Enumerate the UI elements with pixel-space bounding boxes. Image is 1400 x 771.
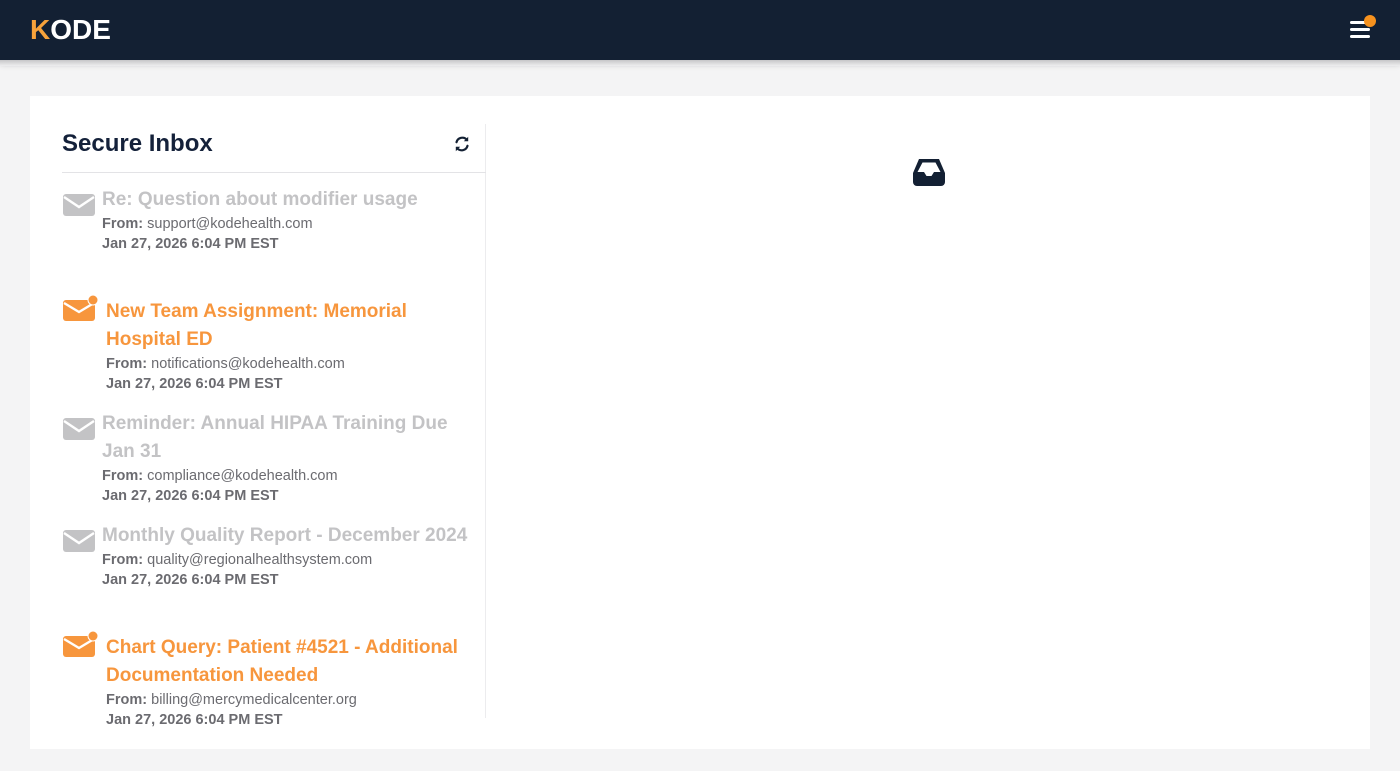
hamburger-menu-icon-bar bbox=[1350, 35, 1370, 38]
from-label: From: bbox=[102, 216, 144, 232]
hamburger-menu-icon-bar bbox=[1350, 28, 1370, 31]
message-subject: Re: Question about modifier usage bbox=[102, 189, 418, 210]
message-date: Jan 27, 2026 6:04 PM EST bbox=[106, 712, 283, 728]
refresh-button[interactable] bbox=[452, 134, 472, 154]
message-list: Re: Question about modifier usage From: … bbox=[62, 186, 486, 746]
inbox-tray-icon bbox=[913, 159, 945, 186]
envelope-icon bbox=[63, 418, 95, 440]
message-text: Chart Query: Patient #4521 - Additional … bbox=[106, 634, 484, 730]
envelope-icon bbox=[63, 194, 95, 216]
message-sender: From: billing@mercymedicalcenter.org bbox=[106, 690, 484, 710]
message-date: Jan 27, 2026 6:04 PM EST bbox=[102, 488, 279, 504]
message-sender: From: quality@regionalhealthsystem.com bbox=[102, 550, 484, 570]
message-subject: Chart Query: Patient #4521 - Additional … bbox=[106, 637, 458, 686]
envelope-unread-icon bbox=[63, 630, 99, 657]
message-item[interactable]: Monthly Quality Report - December 2024 F… bbox=[62, 522, 486, 634]
sender-email: quality@regionalhealthsystem.com bbox=[147, 552, 373, 568]
sender-email: billing@mercymedicalcenter.org bbox=[151, 692, 357, 708]
sender-email: notifications@kodehealth.com bbox=[151, 356, 345, 372]
inbox-pane: Secure Inbox Re: Question about modifier… bbox=[62, 124, 486, 728]
message-subject: New Team Assignment: Memorial Hospital E… bbox=[106, 301, 407, 350]
from-label: From: bbox=[106, 692, 148, 708]
sender-email: support@kodehealth.com bbox=[147, 216, 313, 232]
message-date: Jan 27, 2026 6:04 PM EST bbox=[102, 572, 279, 588]
menu-button[interactable] bbox=[1346, 14, 1378, 44]
message-text: Re: Question about modifier usage From: … bbox=[102, 186, 484, 254]
message-subject: Monthly Quality Report - December 2024 bbox=[102, 525, 468, 546]
from-label: From: bbox=[106, 356, 148, 372]
message-item[interactable]: Re: Question about modifier usage From: … bbox=[62, 186, 486, 298]
message-item[interactable]: Reminder: Annual HIPAA Training Due Jan … bbox=[62, 410, 486, 522]
notification-dot bbox=[1364, 15, 1376, 27]
inbox-header: Secure Inbox bbox=[62, 124, 486, 173]
message-date: Jan 27, 2026 6:04 PM EST bbox=[102, 236, 279, 252]
refresh-icon bbox=[455, 136, 469, 152]
kode-logo[interactable]: KODE bbox=[30, 16, 111, 44]
message-sender: From: support@kodehealth.com bbox=[102, 214, 484, 234]
from-label: From: bbox=[102, 468, 144, 484]
page-title: Secure Inbox bbox=[62, 130, 213, 157]
message-text: New Team Assignment: Memorial Hospital E… bbox=[106, 298, 484, 394]
message-subject: Reminder: Annual HIPAA Training Due Jan … bbox=[102, 413, 448, 462]
sender-email: compliance@kodehealth.com bbox=[147, 468, 338, 484]
from-label: From: bbox=[102, 552, 144, 568]
envelope-icon bbox=[63, 530, 95, 552]
message-item[interactable]: Chart Query: Patient #4521 - Additional … bbox=[62, 630, 486, 746]
message-text: Reminder: Annual HIPAA Training Due Jan … bbox=[102, 410, 484, 506]
envelope-unread-icon bbox=[63, 294, 99, 321]
message-date: Jan 27, 2026 6:04 PM EST bbox=[106, 376, 283, 392]
navbar-shadow bbox=[0, 60, 1400, 66]
inbox-card: Secure Inbox Re: Question about modifier… bbox=[30, 96, 1370, 749]
message-sender: From: notifications@kodehealth.com bbox=[106, 354, 484, 374]
message-text: Monthly Quality Report - December 2024 F… bbox=[102, 522, 484, 590]
message-sender: From: compliance@kodehealth.com bbox=[102, 466, 484, 486]
top-navbar: KODE bbox=[0, 0, 1400, 60]
message-item[interactable]: New Team Assignment: Memorial Hospital E… bbox=[62, 294, 486, 410]
